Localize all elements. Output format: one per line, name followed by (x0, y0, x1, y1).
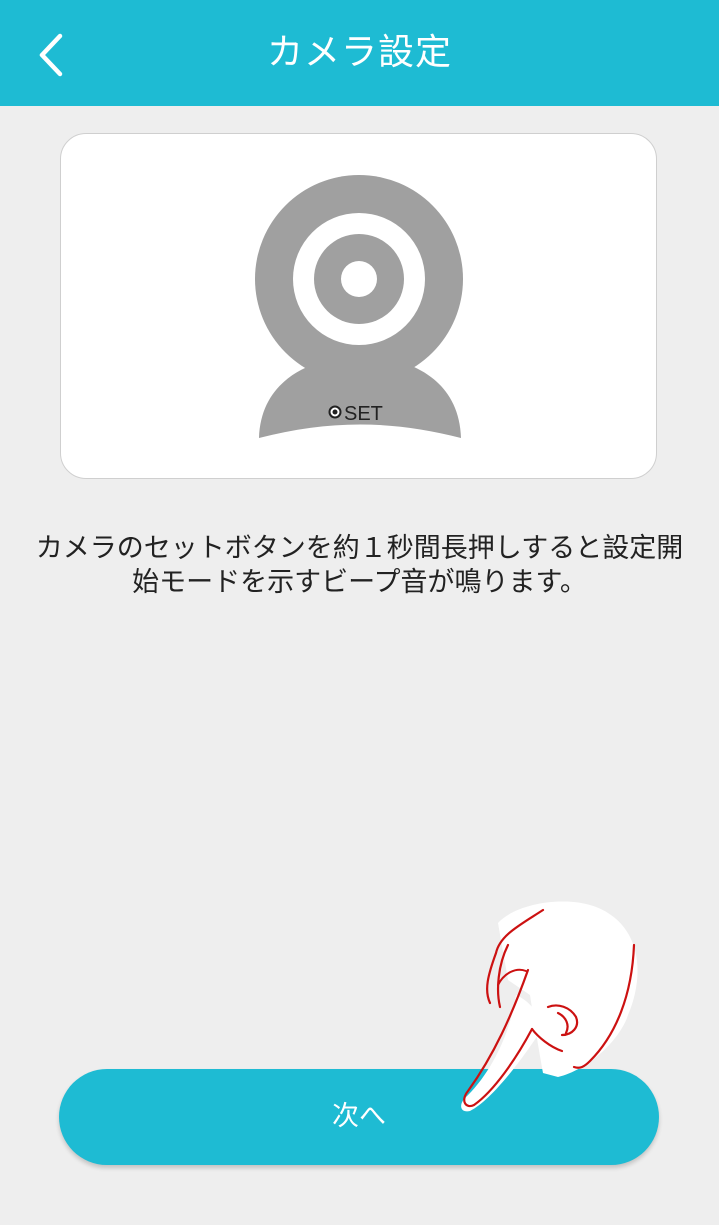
next-button[interactable]: 次へ (59, 1069, 659, 1165)
page-title: カメラ設定 (266, 32, 452, 73)
next-button-label: 次へ (332, 1101, 386, 1132)
webcam-icon: SET (255, 175, 463, 438)
instruction-line-2: 始モードを示すビープ音が鳴ります。 (132, 567, 587, 598)
app-header: カメラ設定 (0, 0, 719, 106)
instruction-line-1: カメラのセットボタンを約１秒間長押しすると設定開 (35, 533, 684, 564)
instruction-text: カメラのセットボタンを約１秒間長押しすると設定開 始モードを示すビープ音が鳴りま… (20, 532, 699, 600)
set-button-label: SET (344, 403, 383, 425)
camera-illustration-card: SET (60, 133, 657, 479)
